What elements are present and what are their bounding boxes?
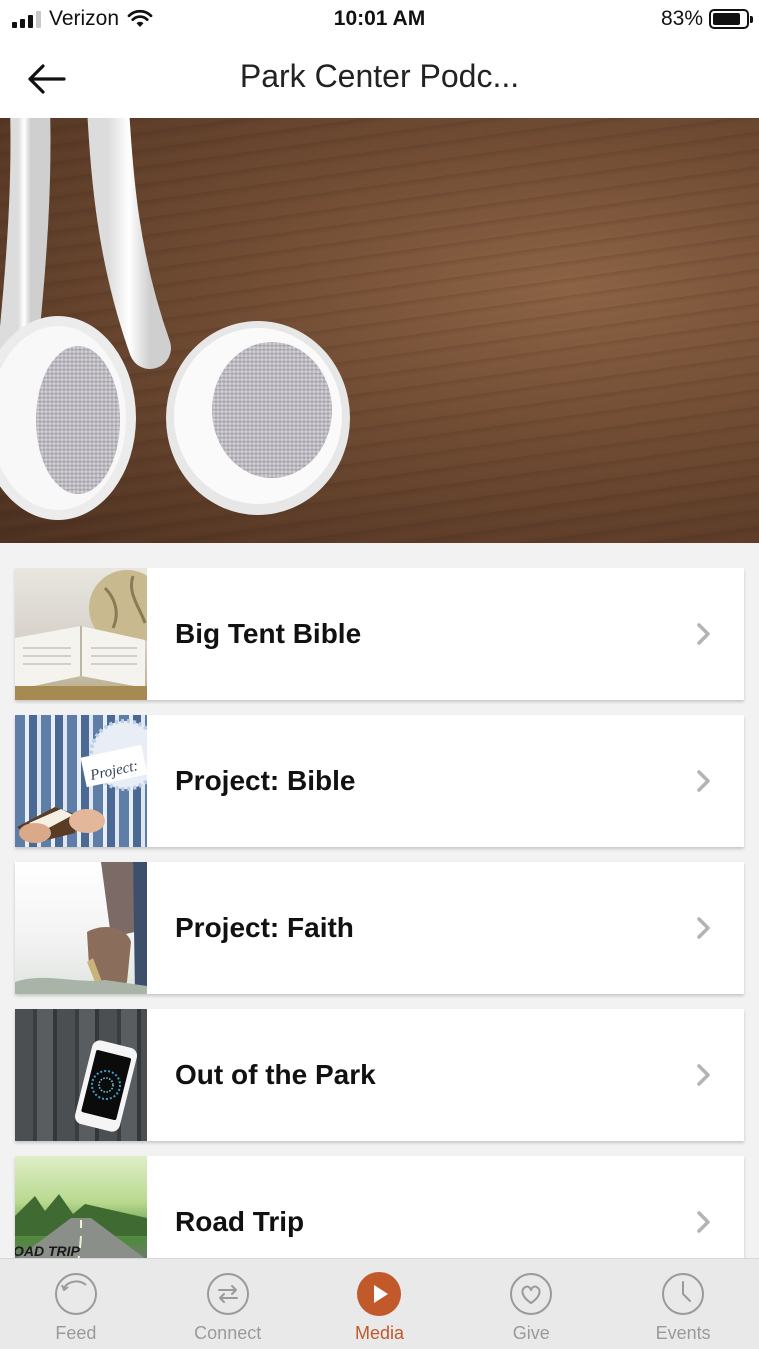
battery-percent: 83% bbox=[660, 7, 703, 30]
chevron-right-icon bbox=[684, 1055, 724, 1095]
chevron-right-icon bbox=[684, 614, 724, 654]
tab-label: Connect bbox=[194, 1323, 262, 1343]
tab-label: Feed bbox=[55, 1323, 97, 1343]
tab-media[interactable]: Media bbox=[304, 1259, 456, 1349]
earbuds-illustration bbox=[0, 118, 350, 520]
thumbnail-image bbox=[15, 568, 147, 700]
clock-icon bbox=[660, 1271, 706, 1317]
thumbnail-image: Project: bbox=[15, 715, 147, 847]
list-item[interactable]: Project: Faith bbox=[15, 862, 744, 994]
list-item[interactable]: Out of the Park bbox=[15, 1009, 744, 1141]
tab-give[interactable]: Give bbox=[455, 1259, 607, 1349]
navigation-bar: Park Center Podc... bbox=[0, 40, 759, 118]
tab-connect[interactable]: Connect bbox=[152, 1259, 304, 1349]
chevron-right-icon bbox=[684, 1202, 724, 1242]
thumbnail-image bbox=[15, 1009, 147, 1141]
list-item-title: Big Tent Bible bbox=[175, 618, 362, 649]
chevron-right-icon bbox=[684, 761, 724, 801]
feed-icon bbox=[53, 1271, 99, 1317]
tab-label: Give bbox=[512, 1323, 550, 1343]
man-bible-graphic: Project: bbox=[17, 719, 147, 843]
list-item-title: Road Trip bbox=[175, 1206, 305, 1237]
clock-time: 10:01 AM bbox=[333, 7, 426, 30]
tab-feed[interactable]: Feed bbox=[0, 1259, 152, 1349]
thumbnail-image bbox=[15, 862, 147, 994]
thumbnail-caption-text: OAD TRIP bbox=[15, 1243, 81, 1259]
shoe-graphic bbox=[15, 862, 147, 994]
list-item[interactable]: Big Tent Bible bbox=[15, 568, 744, 700]
connect-icon bbox=[205, 1271, 251, 1317]
list-item-title: Project: Faith bbox=[175, 912, 354, 943]
play-icon bbox=[356, 1271, 402, 1317]
podcast-list: Big Tent Bible Project: Project: Bible P… bbox=[15, 568, 744, 1303]
page-title: Park Center Podc... bbox=[239, 58, 520, 94]
tab-label: Events bbox=[655, 1323, 711, 1343]
hero-image bbox=[0, 118, 759, 543]
list-item-title: Out of the Park bbox=[175, 1059, 376, 1090]
chevron-right-icon bbox=[684, 908, 724, 948]
tab-label: Media bbox=[354, 1323, 404, 1343]
list-item[interactable]: Project: Project: Bible bbox=[15, 715, 744, 847]
heart-icon bbox=[508, 1271, 554, 1317]
battery-icon bbox=[709, 9, 753, 29]
phone-graphic bbox=[74, 1040, 138, 1132]
status-bar: Verizon 10:01 AM 83% bbox=[0, 0, 759, 40]
list-item-title: Project: Bible bbox=[175, 765, 356, 796]
tab-events[interactable]: Events bbox=[607, 1259, 759, 1349]
tab-bar: Feed Connect Media Give Events bbox=[0, 1258, 759, 1349]
bible-globe-graphic bbox=[15, 570, 147, 700]
status-right: 83% bbox=[660, 7, 753, 31]
battery-level-fill bbox=[713, 13, 740, 25]
